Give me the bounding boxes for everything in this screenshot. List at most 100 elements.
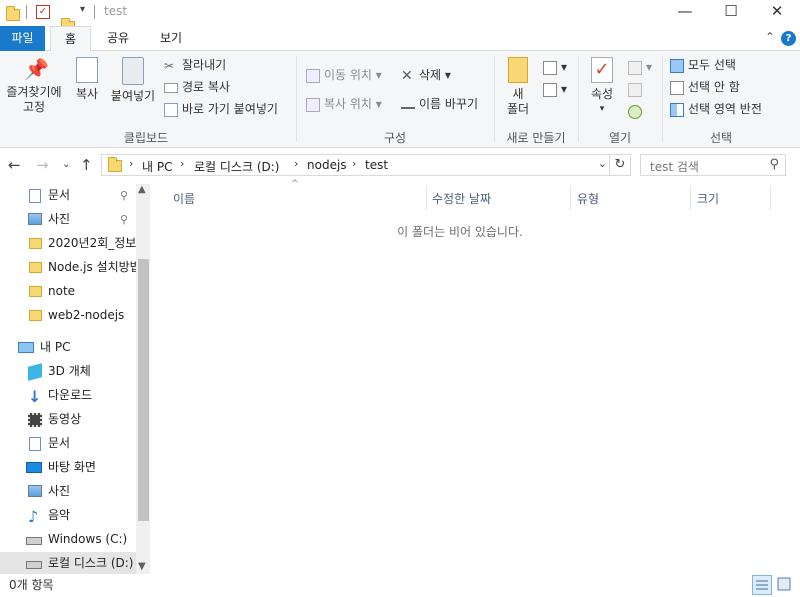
paste-shortcut-label: 바로 가기 붙여넣기 bbox=[182, 102, 278, 116]
address-bar[interactable]: › 내 PC › 로컬 디스크 (D:) › nodejs › test ⌄ bbox=[101, 154, 610, 176]
search-box[interactable]: test 검색 ⚲ bbox=[640, 154, 786, 176]
nav-item-pictures[interactable]: 사진 bbox=[0, 480, 136, 504]
clipboard-icon bbox=[122, 57, 144, 85]
tab-file[interactable]: 파일 bbox=[0, 26, 45, 51]
chevron-right-icon[interactable]: › bbox=[180, 157, 184, 170]
address-history-icon[interactable]: ⌄ bbox=[598, 157, 607, 170]
copy-path-label: 경로 복사 bbox=[182, 80, 230, 94]
history-button[interactable] bbox=[628, 101, 646, 121]
recent-locations-icon[interactable]: ⌄ bbox=[62, 159, 70, 170]
edit-icon bbox=[628, 82, 642, 97]
large-icons-view-icon[interactable] bbox=[775, 575, 795, 595]
new-item-button[interactable]: ▾ bbox=[543, 57, 567, 77]
nav-item-documents[interactable]: 문서 bbox=[0, 432, 136, 456]
nav-item-pictures-pinned[interactable]: 사진 ⚲ bbox=[0, 208, 136, 232]
scroll-down-icon[interactable]: ▼ bbox=[138, 561, 146, 572]
help-icon[interactable]: ? bbox=[781, 31, 796, 46]
select-none-button[interactable]: 선택 안 함 bbox=[670, 77, 740, 97]
new-folder-button[interactable]: 새 폴더 bbox=[502, 57, 534, 117]
scrollbar-thumb[interactable] bbox=[138, 259, 149, 521]
column-header-name[interactable]: 이름 bbox=[173, 187, 195, 211]
copy-to-button[interactable]: 복사 위치 ▾ bbox=[306, 94, 382, 114]
back-arrow-icon[interactable]: ← bbox=[8, 156, 21, 174]
nav-item-drive-c[interactable]: Windows (C:) bbox=[0, 528, 136, 552]
nav-item-label: 로컬 디스크 (D:) bbox=[48, 556, 134, 570]
delete-button[interactable]: ✕ 삭제 ▾ bbox=[401, 65, 451, 85]
file-list[interactable]: 이름 ^ 수정한 날짜 유형 크기 이 폴더는 비어 있습니다. bbox=[150, 179, 798, 574]
select-group-label: 선택 bbox=[709, 131, 733, 145]
customize-toolbar-icon[interactable]: ▾ bbox=[80, 4, 85, 15]
forward-arrow-icon[interactable]: → bbox=[36, 156, 49, 174]
copy-path-button[interactable]: 경로 복사 bbox=[164, 77, 230, 97]
chevron-right-icon[interactable]: › bbox=[352, 157, 356, 170]
properties-quick-icon[interactable]: ✓ bbox=[36, 5, 50, 19]
refresh-icon[interactable]: ↻ bbox=[610, 154, 631, 176]
tab-home[interactable]: 홈 bbox=[50, 26, 91, 52]
breadcrumb-test[interactable]: test bbox=[365, 158, 388, 172]
folder-icon bbox=[29, 286, 42, 297]
select-all-button[interactable]: 모두 선택 bbox=[670, 55, 736, 75]
nav-item-label: 사진 bbox=[48, 212, 71, 226]
chevron-right-icon[interactable]: › bbox=[294, 157, 298, 170]
details-view-icon[interactable] bbox=[752, 575, 772, 595]
nav-item-downloads[interactable]: ↓ 다운로드 bbox=[0, 384, 136, 408]
move-to-icon bbox=[306, 68, 320, 83]
nav-item-label: 바탕 화면 bbox=[48, 460, 96, 474]
column-header-modified[interactable]: 수정한 날짜 bbox=[432, 187, 491, 211]
paste-button[interactable]: 붙여넣기 bbox=[108, 57, 158, 104]
nav-item-folder[interactable]: Node.js 설치방법 bbox=[0, 256, 136, 280]
nav-item-drive-d[interactable]: 로컬 디스크 (D:) bbox=[0, 552, 136, 574]
nav-item-folder[interactable]: note bbox=[0, 280, 136, 304]
new-folder-label-1: 새 bbox=[512, 87, 524, 101]
rename-button[interactable]: 이름 바꾸기 bbox=[401, 94, 478, 114]
open-button[interactable]: ▾ bbox=[628, 57, 652, 77]
maximize-button[interactable]: ☐ bbox=[708, 0, 754, 24]
nav-item-label: 사진 bbox=[48, 484, 71, 498]
nav-item-videos[interactable]: 동영상 bbox=[0, 408, 136, 432]
nav-item-folder[interactable]: 2020년2회_정보 bbox=[0, 232, 136, 256]
breadcrumb-nodejs[interactable]: nodejs bbox=[307, 158, 347, 172]
cut-button[interactable]: ✂ 잘라내기 bbox=[164, 55, 226, 75]
column-header-size[interactable]: 크기 bbox=[697, 187, 719, 211]
ribbon: 📌 즐겨찾기에 고정 복사 붙여넣기 ✂ 잘라내기 경로 복사 바로 가기 붙여넣… bbox=[0, 51, 800, 148]
nav-item-music[interactable]: ♪ 음악 bbox=[0, 504, 136, 528]
delete-icon: ✕ bbox=[401, 67, 413, 84]
tab-share[interactable]: 공유 bbox=[98, 26, 138, 51]
divider bbox=[494, 56, 495, 142]
copy-button[interactable]: 복사 bbox=[70, 57, 104, 102]
chevron-right-icon[interactable]: › bbox=[129, 157, 133, 170]
drive-icon bbox=[26, 561, 42, 569]
nav-scrollbar[interactable]: ▲ ▼ bbox=[136, 184, 150, 574]
edit-button[interactable] bbox=[628, 79, 646, 99]
properties-button[interactable]: ✓ 속성 ▾ bbox=[586, 57, 618, 117]
divider bbox=[578, 56, 579, 142]
pin-to-quick-access-button[interactable]: 📌 즐겨찾기에 고정 bbox=[2, 57, 66, 115]
column-header-type[interactable]: 유형 bbox=[577, 187, 599, 211]
pin-icon: ⚲ bbox=[120, 213, 129, 226]
search-icon: ⚲ bbox=[769, 157, 779, 172]
properties-icon: ✓ bbox=[591, 57, 613, 83]
paste-shortcut-button[interactable]: 바로 가기 붙여넣기 bbox=[164, 99, 278, 119]
breadcrumb-local-disk[interactable]: 로컬 디스크 (D:) bbox=[194, 158, 279, 175]
scroll-up-icon[interactable]: ▲ bbox=[138, 184, 146, 195]
select-all-icon bbox=[670, 58, 684, 73]
nav-item-desktop[interactable]: 바탕 화면 bbox=[0, 456, 136, 480]
new-group-label: 새로 만들기 bbox=[506, 131, 566, 145]
close-button[interactable]: ✕ bbox=[754, 0, 800, 24]
collapse-ribbon-icon[interactable]: ⌃ bbox=[765, 30, 775, 44]
invert-selection-button[interactable]: 선택 영역 반전 bbox=[670, 99, 762, 119]
easy-access-button[interactable]: ▾ bbox=[543, 79, 567, 99]
nav-item-3d-objects[interactable]: 3D 개체 bbox=[0, 360, 136, 384]
up-arrow-icon[interactable]: ↑ bbox=[80, 156, 93, 174]
folder-icon bbox=[29, 310, 42, 321]
copy-to-label: 복사 위치 bbox=[324, 97, 372, 111]
nav-item-this-pc[interactable]: 내 PC bbox=[0, 336, 136, 360]
breadcrumb-this-pc[interactable]: 내 PC bbox=[142, 158, 172, 175]
divider bbox=[26, 5, 27, 19]
minimize-button[interactable]: — bbox=[662, 0, 708, 24]
tab-view[interactable]: 보기 bbox=[150, 26, 192, 51]
video-icon bbox=[28, 413, 42, 427]
nav-item-folder[interactable]: web2-nodejs bbox=[0, 304, 136, 328]
move-to-button[interactable]: 이동 위치 ▾ bbox=[306, 65, 382, 85]
nav-item-documents-pinned[interactable]: 문서 ⚲ bbox=[0, 184, 136, 208]
